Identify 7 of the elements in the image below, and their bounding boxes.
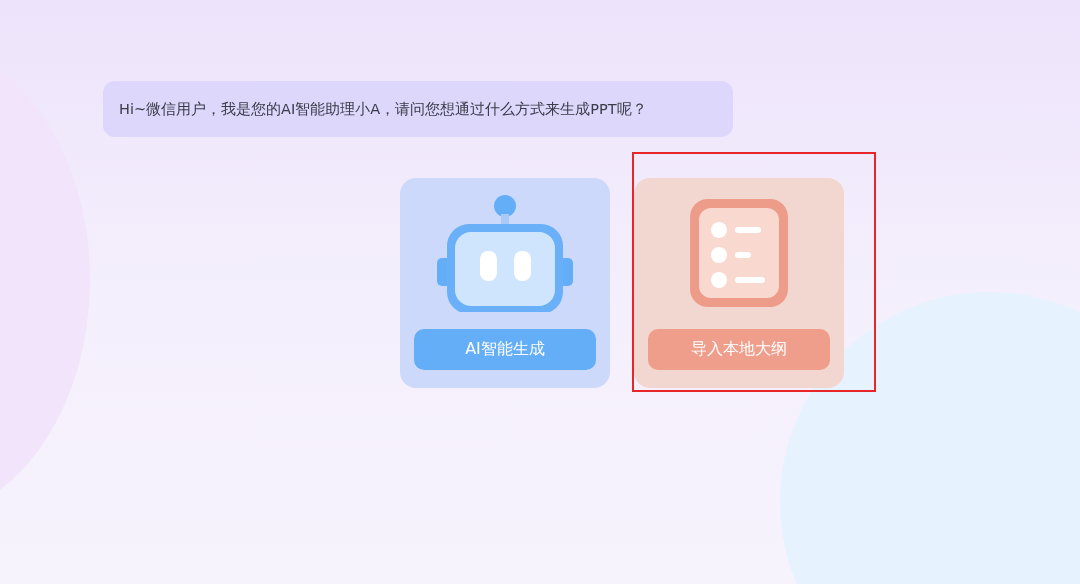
- option-button[interactable]: 导入本地大纲: [648, 329, 830, 370]
- option-card[interactable]: AI智能生成: [400, 178, 610, 388]
- robot-icon: [435, 194, 575, 312]
- chat-message: Hi~微信用户，我是您的AI智能助理小A，请问您想通过什么方式来生成PPT呢？: [103, 81, 733, 137]
- option-card[interactable]: 导入本地大纲: [634, 178, 844, 388]
- option-button[interactable]: AI智能生成: [414, 329, 596, 370]
- list-icon: [689, 198, 789, 308]
